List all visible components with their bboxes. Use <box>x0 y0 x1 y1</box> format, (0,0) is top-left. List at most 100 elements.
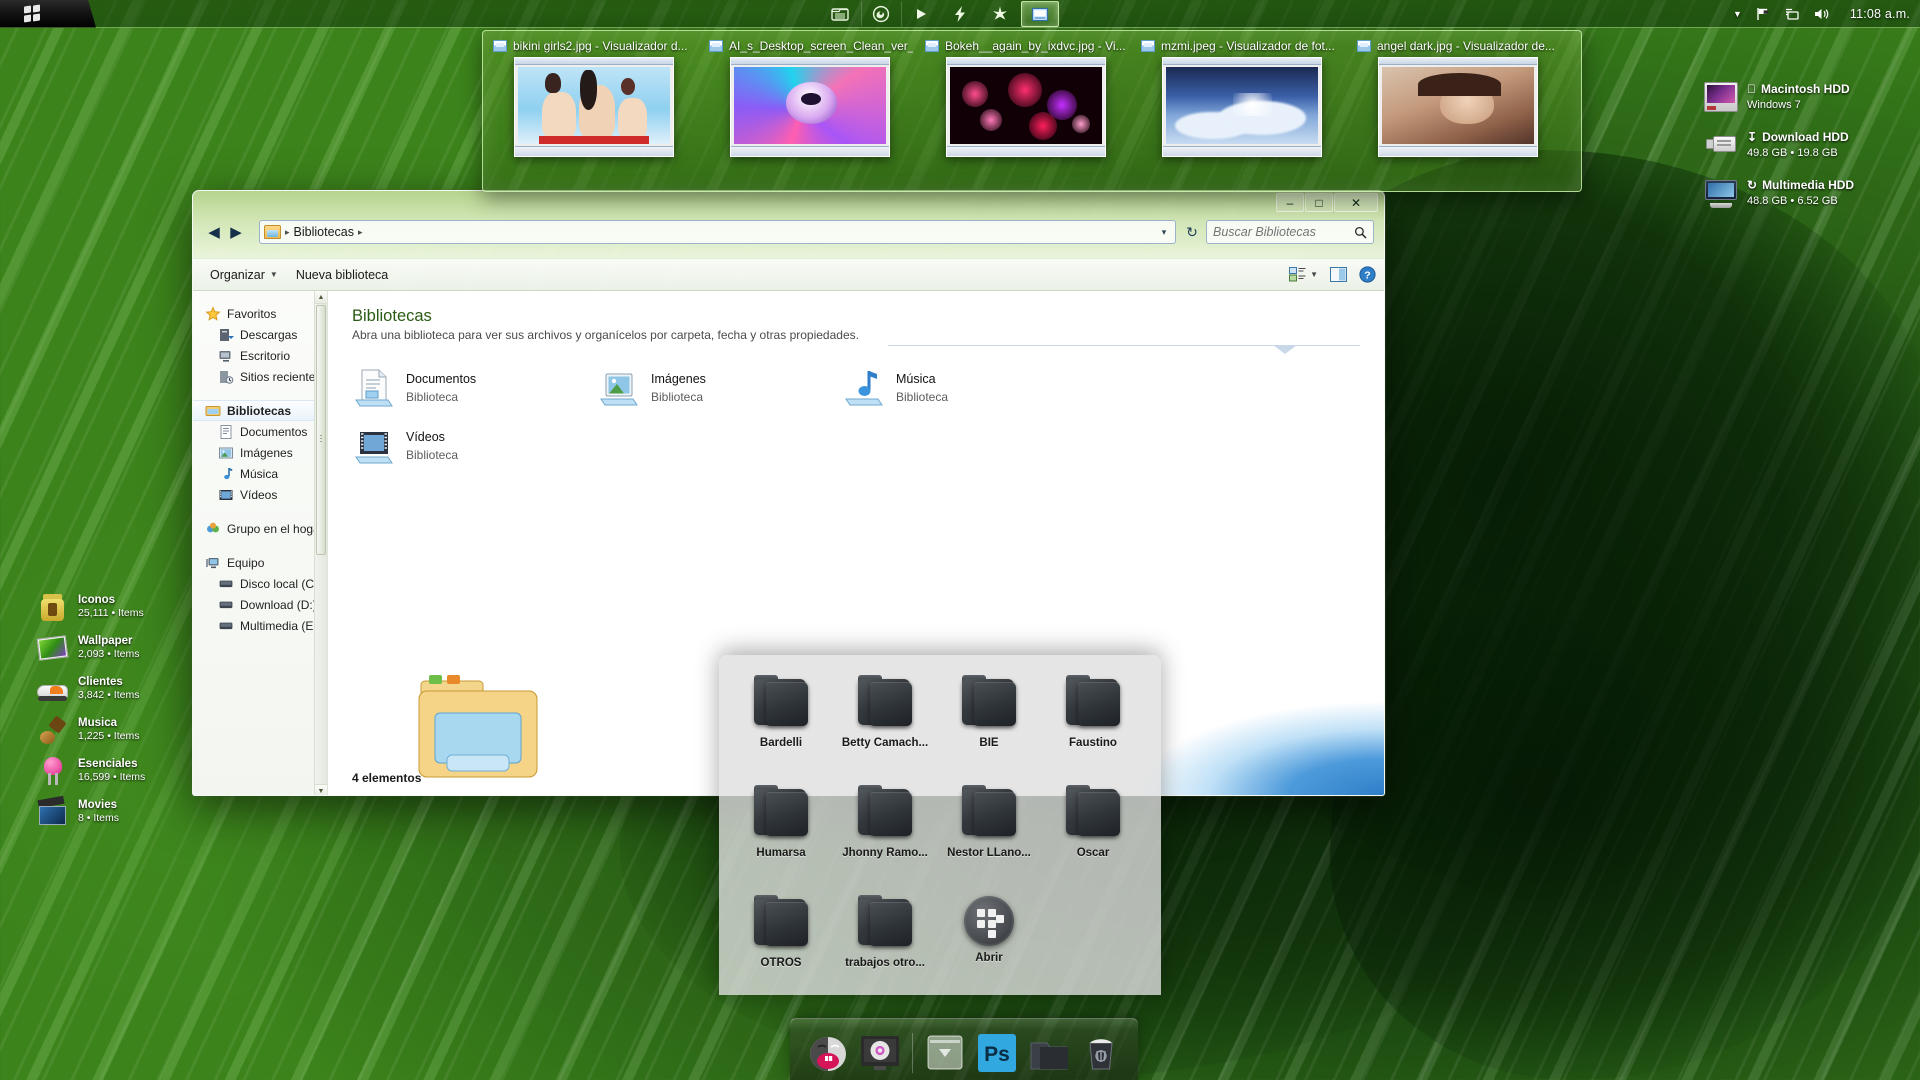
preview-item[interactable]: mzmi.jpeg - Visualizador de fot... <box>1135 37 1349 185</box>
sidebar-item-musica[interactable]: Música <box>193 463 327 484</box>
trash-dock-icon[interactable] <box>1079 1031 1123 1075</box>
sidebar-item-multimedia-e[interactable]: Multimedia (E:) <box>193 615 327 636</box>
stack-item-abrir[interactable]: Abrir <box>937 891 1041 1001</box>
desktop-gadget-item[interactable]: Esenciales 16,599 • Items <box>36 750 216 791</box>
desktop-gadget-item[interactable]: Movies 8 • Items <box>36 791 216 832</box>
documents-icon <box>218 424 234 440</box>
explorer-taskbar-button[interactable] <box>821 1 859 27</box>
taskbar-clock[interactable]: 11:08 a.m. <box>1850 7 1910 21</box>
address-dropdown-icon[interactable]: ▾ <box>1157 227 1171 238</box>
preview-item[interactable]: AI_s_Desktop_screen_Clean_ver_... <box>703 37 917 185</box>
photo-viewer-icon <box>493 40 507 52</box>
desktop-gadget-item[interactable]: Musica 1,225 • Items <box>36 709 216 750</box>
dark-folder-icon <box>750 781 812 841</box>
sidebar-item-escritorio[interactable]: Escritorio <box>193 345 327 366</box>
preview-item[interactable]: Bokeh__again_by_ixdvc.jpg - Vi... <box>919 37 1133 185</box>
flag-icon[interactable] <box>1755 7 1771 21</box>
desktop-gadget-item[interactable]: Iconos 25,111 • Items <box>36 586 216 627</box>
sparkle-taskbar-button[interactable] <box>981 1 1019 27</box>
sidebar-item-grupo-en-el-hogar[interactable]: Grupo en el hogar <box>193 518 327 539</box>
view-options-button[interactable]: ▼ <box>1289 267 1318 282</box>
sidebar-item-imagenes[interactable]: Imágenes <box>193 442 327 463</box>
maximize-button[interactable]: □ <box>1305 193 1333 212</box>
mascot-dock-icon[interactable] <box>806 1031 850 1075</box>
preview-pane-icon[interactable] <box>1330 267 1347 282</box>
stack-label: Betty Camach... <box>841 737 929 749</box>
minimize-button[interactable]: – <box>1276 193 1304 212</box>
preview-thumbnail[interactable] <box>1378 57 1538 157</box>
preview-thumbnail[interactable] <box>730 57 890 157</box>
sidebar-item-descargas[interactable]: Descargas <box>193 324 327 345</box>
stack-item[interactable]: Nestor LLano... <box>937 781 1041 891</box>
new-library-button[interactable]: Nueva biblioteca <box>287 264 397 286</box>
stack-item[interactable]: Jhonny Ramo... <box>833 781 937 891</box>
sidebar-item-equipo[interactable]: Equipo <box>193 552 327 573</box>
organize-button[interactable]: Organizar ▼ <box>201 264 287 286</box>
address-bar[interactable]: ▸ Bibliotecas ▸ ▾ <box>259 220 1176 244</box>
stack-item[interactable]: Oscar <box>1041 781 1145 891</box>
scrollbar-thumb[interactable] <box>316 305 326 555</box>
gadget-count: 1,225 • Items <box>78 730 140 743</box>
preview-thumbnail[interactable] <box>1162 57 1322 157</box>
scroll-down-arrow[interactable]: ▼ <box>315 784 327 795</box>
preview-item[interactable]: angel dark.jpg - Visualizador de... <box>1351 37 1565 185</box>
search-input[interactable] <box>1213 225 1347 239</box>
lightning-icon <box>955 6 965 22</box>
breadcrumb-bibliotecas[interactable]: Bibliotecas <box>294 225 354 239</box>
help-icon[interactable]: ? <box>1359 266 1376 283</box>
scroll-up-arrow[interactable]: ▲ <box>315 291 327 304</box>
sidebar-item-documentos[interactable]: Documentos <box>193 421 327 442</box>
breadcrumb-separator[interactable]: ▸ <box>358 227 363 238</box>
stack-item[interactable]: Faustino <box>1041 671 1145 781</box>
search-box[interactable] <box>1206 220 1374 244</box>
homegroup-icon <box>205 521 221 537</box>
preview-thumbnail[interactable] <box>946 57 1106 157</box>
library-item-imagenes[interactable]: Imágenes Biblioteca <box>597 360 842 416</box>
photoshop-dock-icon[interactable]: Ps <box>975 1031 1019 1075</box>
sidebar-item-favoritos[interactable]: Favoritos <box>193 303 327 324</box>
sidebar-item-bibliotecas[interactable]: Bibliotecas <box>193 400 327 421</box>
drive-sub: Windows 7 <box>1747 98 1801 111</box>
navigation-scrollbar[interactable]: ▲ ▼ <box>314 291 327 795</box>
preview-title: AI_s_Desktop_screen_Clean_ver_... <box>729 39 913 53</box>
firefox-taskbar-button[interactable] <box>861 1 899 27</box>
drive-item[interactable]:  Macintosh HDD Windows 7 <box>1704 74 1904 120</box>
back-button[interactable]: ◀ <box>203 221 225 243</box>
stack-item[interactable]: Bardelli <box>729 671 833 781</box>
photo-viewer-taskbar-button[interactable] <box>1021 1 1059 27</box>
stack-label: trabajos otro... <box>845 957 925 969</box>
downloads-stack-dock-icon[interactable] <box>923 1031 967 1075</box>
search-icon[interactable] <box>1354 226 1367 239</box>
sidebar-item-download-d[interactable]: Download (D:) <box>193 594 327 615</box>
close-button[interactable]: ✕ <box>1334 193 1378 212</box>
desktop-gadget-item[interactable]: Wallpaper 2,093 • Items <box>36 627 216 668</box>
library-item-musica[interactable]: Música Biblioteca <box>842 360 1087 416</box>
stack-item[interactable]: Humarsa <box>729 781 833 891</box>
library-item-documentos[interactable]: Documentos Biblioteca <box>352 360 597 416</box>
refresh-button[interactable]: ↻ <box>1182 224 1202 241</box>
stack-item[interactable]: Betty Camach... <box>833 671 937 781</box>
show-hidden-icons-button[interactable]: ▼ <box>1733 9 1742 19</box>
stack-item[interactable]: trabajos otro... <box>833 891 937 1001</box>
folder-dock-icon[interactable] <box>1027 1031 1071 1075</box>
desktop-gadget-item[interactable]: Clientes 3,842 • Items <box>36 668 216 709</box>
drive-item[interactable]: ↧ Download HDD 49.8 GB • 19.8 GB <box>1704 122 1904 168</box>
start-button[interactable] <box>0 0 96 28</box>
sidebar-item-sitios-recientes[interactable]: Sitios recientes <box>193 366 327 387</box>
preview-thumbnail[interactable] <box>514 57 674 157</box>
system-preferences-dock-icon[interactable] <box>858 1031 902 1075</box>
stack-grid-panel: Bardelli Betty Camach... BIE Faustino Hu… <box>719 655 1161 995</box>
drive-item[interactable]: ↻ Multimedia HDD 48.8 GB • 6.52 GB <box>1704 170 1904 216</box>
sidebar-label: Descargas <box>240 327 298 342</box>
stack-item[interactable]: BIE <box>937 671 1041 781</box>
sidebar-item-videos[interactable]: Vídeos <box>193 484 327 505</box>
media-player-taskbar-button[interactable] <box>901 1 939 27</box>
sidebar-item-disco-local-c[interactable]: Disco local (C:) <box>193 573 327 594</box>
forward-button[interactable]: ▶ <box>225 221 247 243</box>
library-item-videos[interactable]: Vídeos Biblioteca <box>352 418 597 474</box>
speaker-icon[interactable] <box>1813 7 1831 21</box>
preview-item[interactable]: bikini girls2.jpg - Visualizador d... <box>487 37 701 185</box>
stack-item[interactable]: OTROS <box>729 891 833 1001</box>
network-icon[interactable] <box>1784 7 1800 21</box>
lightning-taskbar-button[interactable] <box>941 1 979 27</box>
